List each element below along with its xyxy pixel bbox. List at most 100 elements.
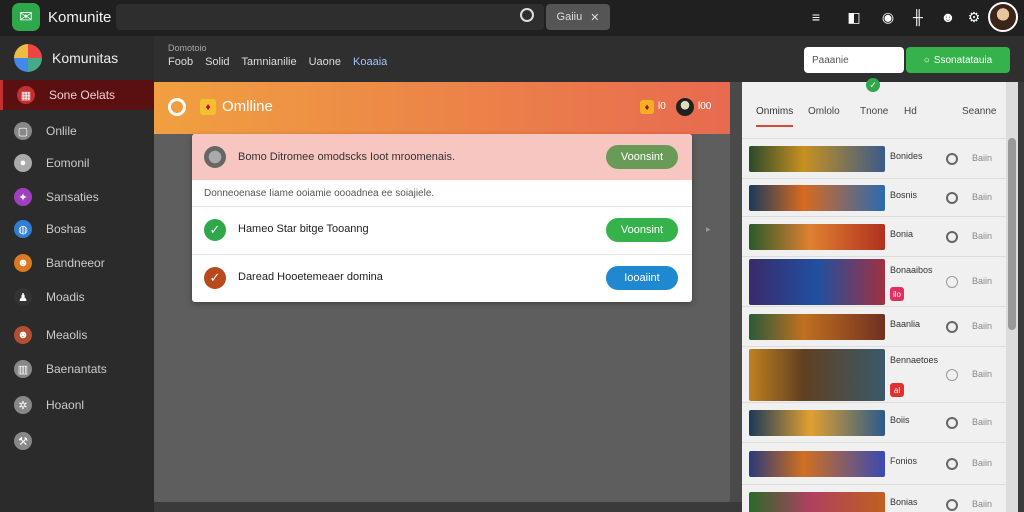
- game-thumbnail[interactable]: [749, 185, 885, 211]
- games-scrollbar[interactable]: [1008, 138, 1016, 330]
- sidebar-item[interactable]: ✲ Hoaonl: [0, 390, 154, 420]
- sub-header: Domotoio Foob Solid Tamnianilie Uaone Ko…: [154, 36, 1024, 82]
- game-name: Bonia: [890, 229, 914, 239]
- sidebar-item[interactable]: ● Eomonil: [0, 148, 154, 178]
- tab-3[interactable]: Tamnianilie: [242, 56, 297, 68]
- sidebar-item[interactable]: ☻ Bandneeor: [0, 248, 154, 278]
- sidebar-item[interactable]: ▦ Sone Oelats: [0, 80, 154, 110]
- game-thumbnail[interactable]: [749, 349, 885, 401]
- chart-icon[interactable]: ╫: [908, 7, 928, 27]
- sidebar-item-label: Hoaonl: [46, 398, 85, 412]
- game-list-item[interactable]: Baanlia Baiin: [742, 306, 1006, 346]
- alert-row: Bomo Ditromee omodscks Ioot mroomenais. …: [192, 134, 692, 180]
- disc-icon: [204, 146, 226, 168]
- search-button[interactable]: Gaiiu ✕: [546, 4, 610, 30]
- game-name: Baanlia: [890, 319, 921, 329]
- game-list-item[interactable]: Fonios Baiin: [742, 442, 1006, 484]
- clock-icon[interactable]: [946, 458, 958, 470]
- tab-5[interactable]: Koaaia: [353, 56, 387, 68]
- tab-1[interactable]: Foob: [168, 56, 193, 68]
- game-icon: ✦: [14, 188, 32, 206]
- app-logo-icon[interactable]: ✉: [12, 3, 40, 31]
- game-status: Baiin: [972, 417, 993, 427]
- clock-icon[interactable]: [946, 231, 958, 243]
- sidebar-item-label: Onlile: [46, 124, 77, 138]
- sidebar-header: Komunitas: [14, 44, 118, 72]
- main-scrollbar[interactable]: [730, 82, 742, 502]
- tab-hd[interactable]: Hd: [904, 106, 917, 117]
- games-tabs: Onmims Omlolo Tnone Hd Seanne: [742, 100, 1012, 128]
- banner-avatar[interactable]: [676, 98, 694, 116]
- game-list-item[interactable]: Bonias Baiin: [742, 484, 1006, 512]
- game-list-item[interactable]: Bonides Baiin: [742, 138, 1006, 178]
- game-name: Bennaetoes: [890, 355, 939, 365]
- hero-icon: ♟: [14, 288, 32, 306]
- tab-tnone[interactable]: Tnone: [860, 106, 888, 117]
- online-icon: ♦: [200, 99, 216, 115]
- filter-input[interactable]: Paaanie: [804, 47, 904, 73]
- list-item[interactable]: ✓ Hameo Star bitge Tooanng Voonsint: [192, 206, 692, 252]
- tab-omlolo[interactable]: Omlolo: [808, 106, 840, 117]
- card-description: Donneoenase Iiame ooiamie oooadnea ee so…: [204, 188, 435, 199]
- notification-icon[interactable]: ◧: [844, 7, 864, 27]
- sidebar-item[interactable]: ♟ Moadis: [0, 282, 154, 312]
- game-status: Baiin: [972, 231, 993, 241]
- sidebar-item-label: Baenantats: [46, 362, 107, 376]
- clock-icon[interactable]: [946, 417, 958, 429]
- search-icon[interactable]: [520, 8, 534, 22]
- user-alert-icon[interactable]: ☻: [938, 7, 958, 27]
- game-thumbnail[interactable]: [749, 410, 885, 436]
- main-panel: ♦ Omlline ♦ l0 l00 Bomo Ditromee omodsck…: [154, 82, 730, 502]
- settings-icon[interactable]: ◉: [878, 7, 898, 27]
- game-status: Baiin: [972, 321, 993, 331]
- check-icon: ✓: [204, 267, 226, 289]
- gift-icon[interactable]: ⚙: [964, 7, 984, 27]
- sidebar-item-label: Eomonil: [46, 156, 90, 170]
- sidebar-item[interactable]: ▥ Baenantats: [0, 354, 154, 384]
- sidebar-item-label: Boshas: [46, 222, 87, 236]
- sidebar-item[interactable]: ☻ Meaolis: [0, 320, 154, 350]
- game-thumbnail[interactable]: [749, 492, 885, 512]
- sidebar-item[interactable]: ▢ Onlile: [0, 116, 154, 146]
- tab-seanne[interactable]: Seanne: [962, 106, 996, 117]
- warrior-icon: ☻: [14, 326, 32, 344]
- clock-icon[interactable]: [946, 321, 958, 333]
- menu-icon[interactable]: ≡: [806, 7, 826, 27]
- confirm-button[interactable]: Voonsint: [606, 218, 678, 242]
- game-name: Bonides: [890, 151, 923, 161]
- user-avatar[interactable]: [988, 2, 1018, 32]
- game-list-item[interactable]: Bosnis Baiin: [742, 178, 1006, 216]
- game-thumbnail[interactable]: [749, 259, 885, 305]
- clock-icon[interactable]: [946, 369, 958, 381]
- alert-button[interactable]: Voonsint: [606, 145, 678, 169]
- top-bar: ✉ Komunite Gaiiu ✕ ≡ ◧ ◉ ╫ ☻ ⚙: [0, 0, 1024, 36]
- tab-4[interactable]: Uaone: [309, 56, 341, 68]
- game-list-item[interactable]: Bonaaibos Baiin ilo: [742, 256, 1006, 306]
- join-button[interactable]: Iooaiint: [606, 266, 678, 290]
- game-thumbnail[interactable]: [749, 146, 885, 172]
- game-list-item[interactable]: Bonia Baiin: [742, 216, 1006, 256]
- tab-2[interactable]: Solid: [205, 56, 229, 68]
- game-thumbnail[interactable]: [749, 314, 885, 340]
- trophy-icon[interactable]: ♦: [640, 100, 654, 114]
- game-thumbnail[interactable]: [749, 451, 885, 477]
- sidebar-item[interactable]: ✦ Sansaties: [0, 182, 154, 212]
- list-item-text: Hameo Star bitge Tooanng: [238, 223, 369, 235]
- primary-action-button[interactable]: ○ Ssonatatauia: [906, 47, 1010, 73]
- tab-onmims[interactable]: Onmims: [756, 106, 794, 127]
- clock-icon[interactable]: [946, 499, 958, 511]
- clock-icon[interactable]: [946, 153, 958, 165]
- sidebar-item-label: Sansaties: [46, 190, 99, 204]
- clock-icon[interactable]: [946, 192, 958, 204]
- game-list-item[interactable]: Boiis Baiin: [742, 402, 1006, 442]
- list-item[interactable]: ✓ Daread Hooetemeaer domina Iooaiint: [192, 254, 692, 300]
- game-badge: ilo: [890, 287, 904, 301]
- game-thumbnail[interactable]: [749, 224, 885, 250]
- search-input[interactable]: [116, 4, 544, 30]
- clock-icon[interactable]: [946, 276, 958, 288]
- sidebar-item[interactable]: ⚒: [0, 426, 154, 456]
- game-list-item[interactable]: Bennaetoes Baiin al: [742, 346, 1006, 402]
- status-banner: ♦ Omlline ♦ l0 l00: [154, 82, 730, 134]
- game-status: Baiin: [972, 276, 993, 286]
- sidebar-item[interactable]: ◍ Boshas: [0, 214, 154, 244]
